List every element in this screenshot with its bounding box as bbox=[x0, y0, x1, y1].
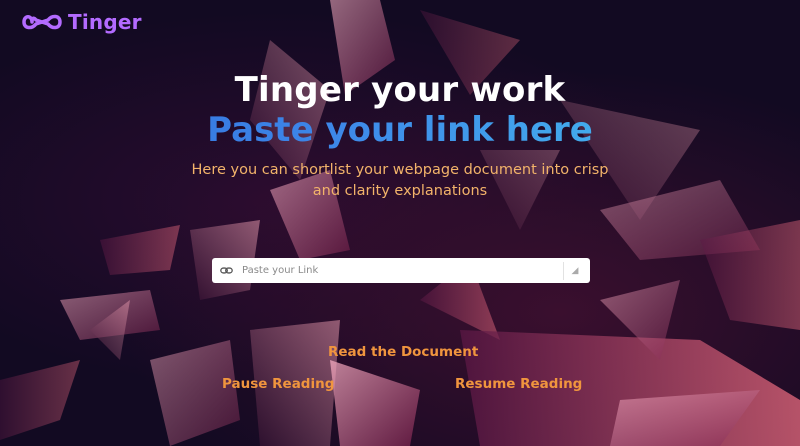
page-subtitle: Paste your link here bbox=[0, 110, 800, 150]
header: Tinger bbox=[22, 8, 142, 36]
pause-reading-button[interactable]: Pause Reading bbox=[222, 376, 334, 392]
page-description: Here you can shortlist your webpage docu… bbox=[191, 162, 609, 199]
link-input-container[interactable]: ◢ bbox=[212, 258, 590, 283]
read-document-button[interactable]: Read the Document bbox=[328, 344, 478, 360]
page: Tinger Tinger your work Paste your link … bbox=[0, 0, 800, 446]
page-title: Tinger your work bbox=[234, 70, 566, 110]
hero: Tinger your work Paste your link here He… bbox=[0, 70, 800, 202]
background-art bbox=[0, 0, 800, 446]
brand-name[interactable]: Tinger bbox=[68, 10, 142, 34]
link-input[interactable] bbox=[240, 259, 563, 282]
resize-handle-icon[interactable]: ◢ bbox=[563, 261, 586, 280]
resume-reading-button[interactable]: Resume Reading bbox=[455, 376, 582, 392]
link-icon bbox=[220, 267, 233, 274]
infinity-icon bbox=[22, 14, 62, 30]
